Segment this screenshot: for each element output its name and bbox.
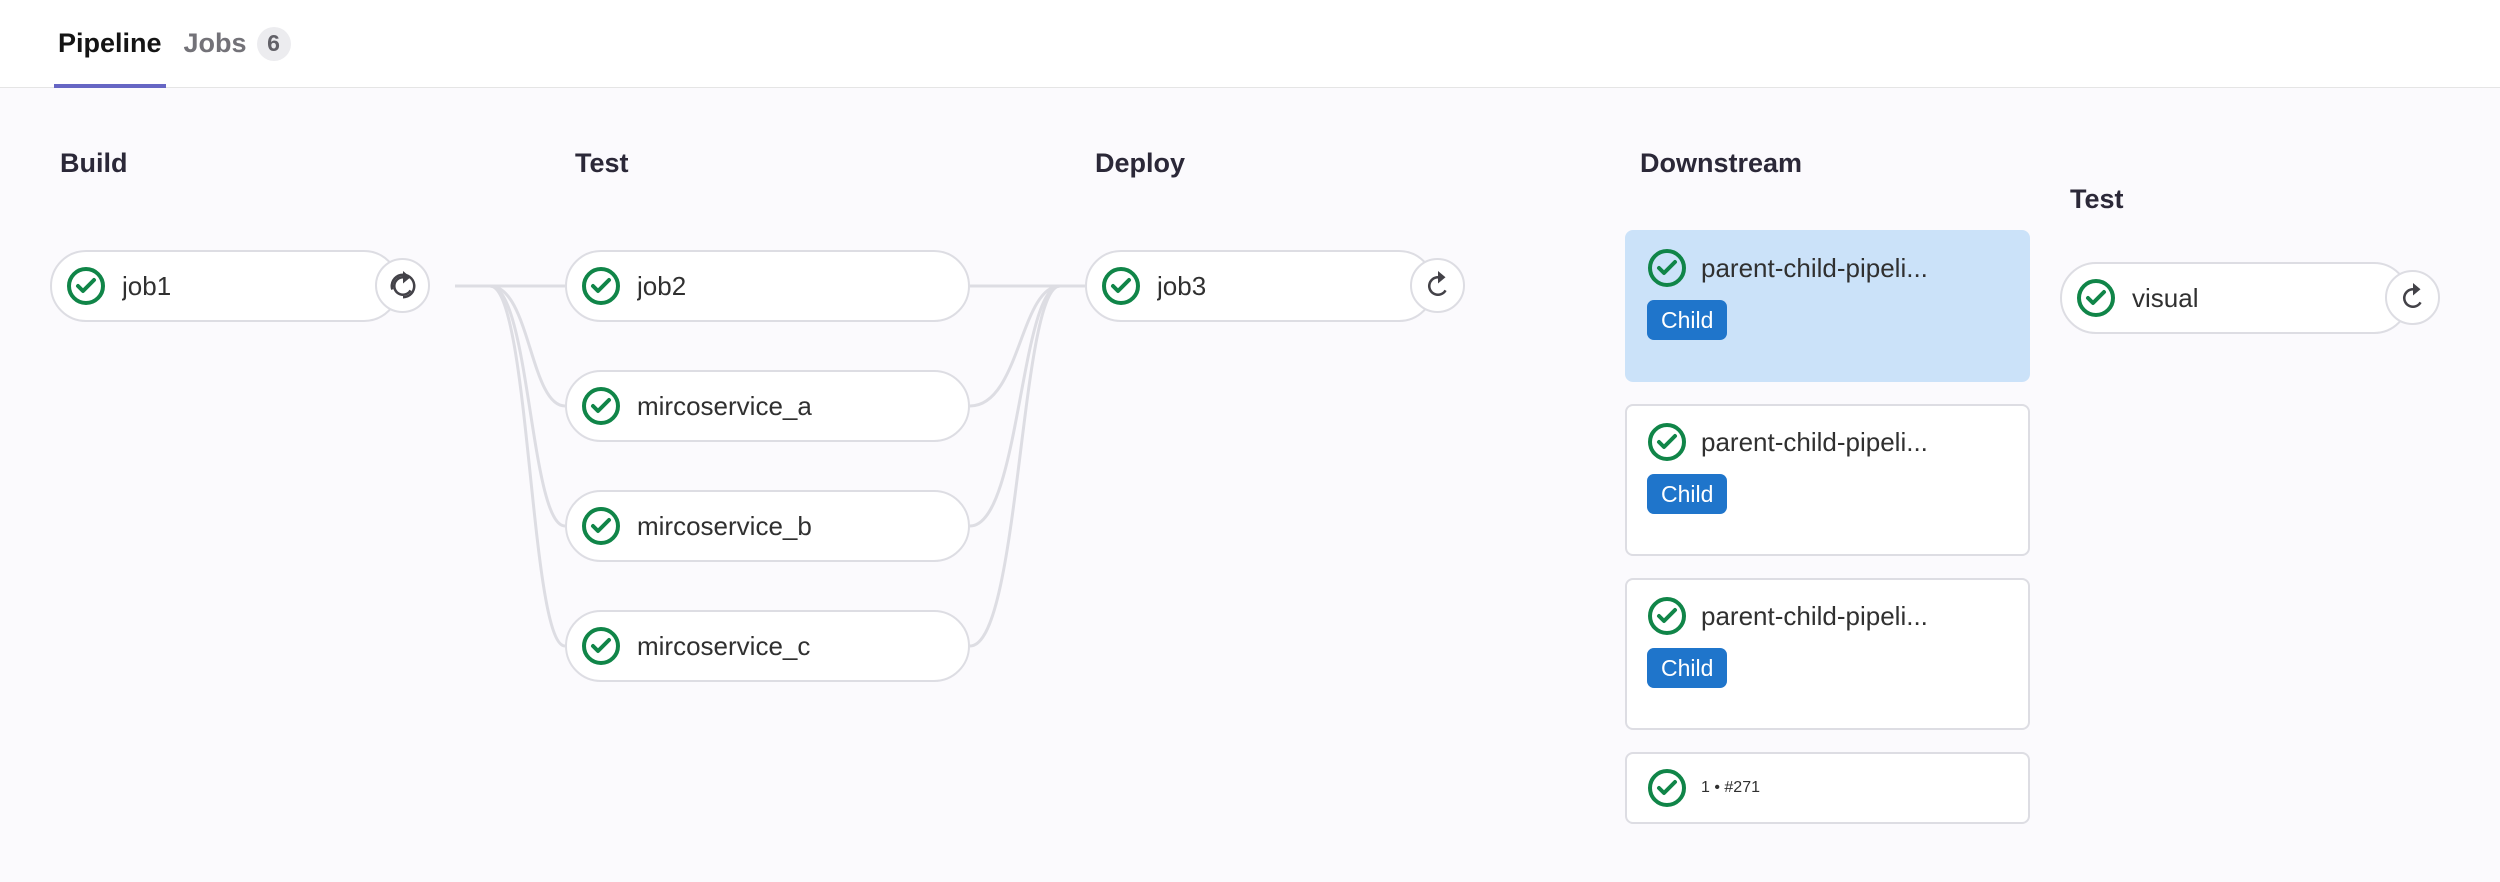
retry-icon	[2398, 283, 2428, 313]
child-badge: Child	[1647, 648, 1727, 688]
job-label: mircoservice_b	[637, 511, 950, 542]
pipeline-graph: Build Test Deploy Downstream Test job1 j…	[0, 88, 2500, 882]
downstream-label: parent-child-pipeli...	[1701, 427, 1928, 458]
child-badge: Child	[1647, 300, 1727, 340]
retry-job3-button[interactable]	[1410, 258, 1465, 313]
retry-icon	[388, 271, 418, 301]
job-label: job3	[1157, 271, 1415, 302]
stage-title-deploy: Deploy	[1095, 148, 1185, 179]
downstream-card-4[interactable]: 1 • #271	[1625, 752, 2030, 824]
retry-job1-button[interactable]	[375, 258, 430, 313]
downstream-label: parent-child-pipeli...	[1701, 253, 1928, 284]
downstream-card-2[interactable]: parent-child-pipeli... Child	[1625, 404, 2030, 556]
status-success-icon	[581, 626, 621, 666]
status-success-icon	[581, 506, 621, 546]
job-pill-microservice-a[interactable]: mircoservice_a	[565, 370, 970, 442]
job-label: mircoservice_a	[637, 391, 950, 422]
retry-icon	[1423, 271, 1453, 301]
job-pill-job2[interactable]: job2	[565, 250, 970, 322]
pipeline-tabs: Pipeline Jobs 6	[0, 0, 2500, 88]
pipeline-connectors	[0, 88, 2500, 882]
job-label: visual	[2132, 283, 2390, 314]
job-pill-job1[interactable]: job1	[50, 250, 400, 322]
tab-pipeline-label: Pipeline	[58, 28, 162, 59]
stage-title-build: Build	[60, 148, 128, 179]
stage-title-downstream: Downstream	[1640, 148, 1802, 179]
job-label: job1	[122, 271, 380, 302]
status-success-icon	[1101, 266, 1141, 306]
downstream-card-1[interactable]: parent-child-pipeli... Child	[1625, 230, 2030, 382]
job-pill-visual[interactable]: visual	[2060, 262, 2410, 334]
status-success-icon	[2076, 278, 2116, 318]
status-success-icon	[581, 386, 621, 426]
stage-title-child-test: Test	[2070, 184, 2124, 215]
job-pill-microservice-b[interactable]: mircoservice_b	[565, 490, 970, 562]
retry-visual-button[interactable]	[2385, 270, 2440, 325]
stage-title-test: Test	[575, 148, 629, 179]
job-pill-job3[interactable]: job3	[1085, 250, 1435, 322]
downstream-label: 1 • #271	[1701, 779, 1760, 797]
downstream-card-3[interactable]: parent-child-pipeli... Child	[1625, 578, 2030, 730]
status-success-icon	[581, 266, 621, 306]
tab-jobs-count: 6	[257, 27, 291, 61]
tab-jobs-label: Jobs	[184, 28, 247, 59]
status-success-icon	[66, 266, 106, 306]
job-pill-microservice-c[interactable]: mircoservice_c	[565, 610, 970, 682]
status-success-icon	[1647, 596, 1687, 636]
tab-jobs[interactable]: Jobs 6	[184, 0, 291, 87]
child-badge: Child	[1647, 474, 1727, 514]
status-success-icon	[1647, 422, 1687, 462]
job-label: mircoservice_c	[637, 631, 950, 662]
job-label: job2	[637, 271, 950, 302]
status-success-icon	[1647, 768, 1687, 808]
tab-pipeline[interactable]: Pipeline	[58, 0, 162, 87]
downstream-label: parent-child-pipeli...	[1701, 601, 1928, 632]
status-success-icon	[1647, 248, 1687, 288]
